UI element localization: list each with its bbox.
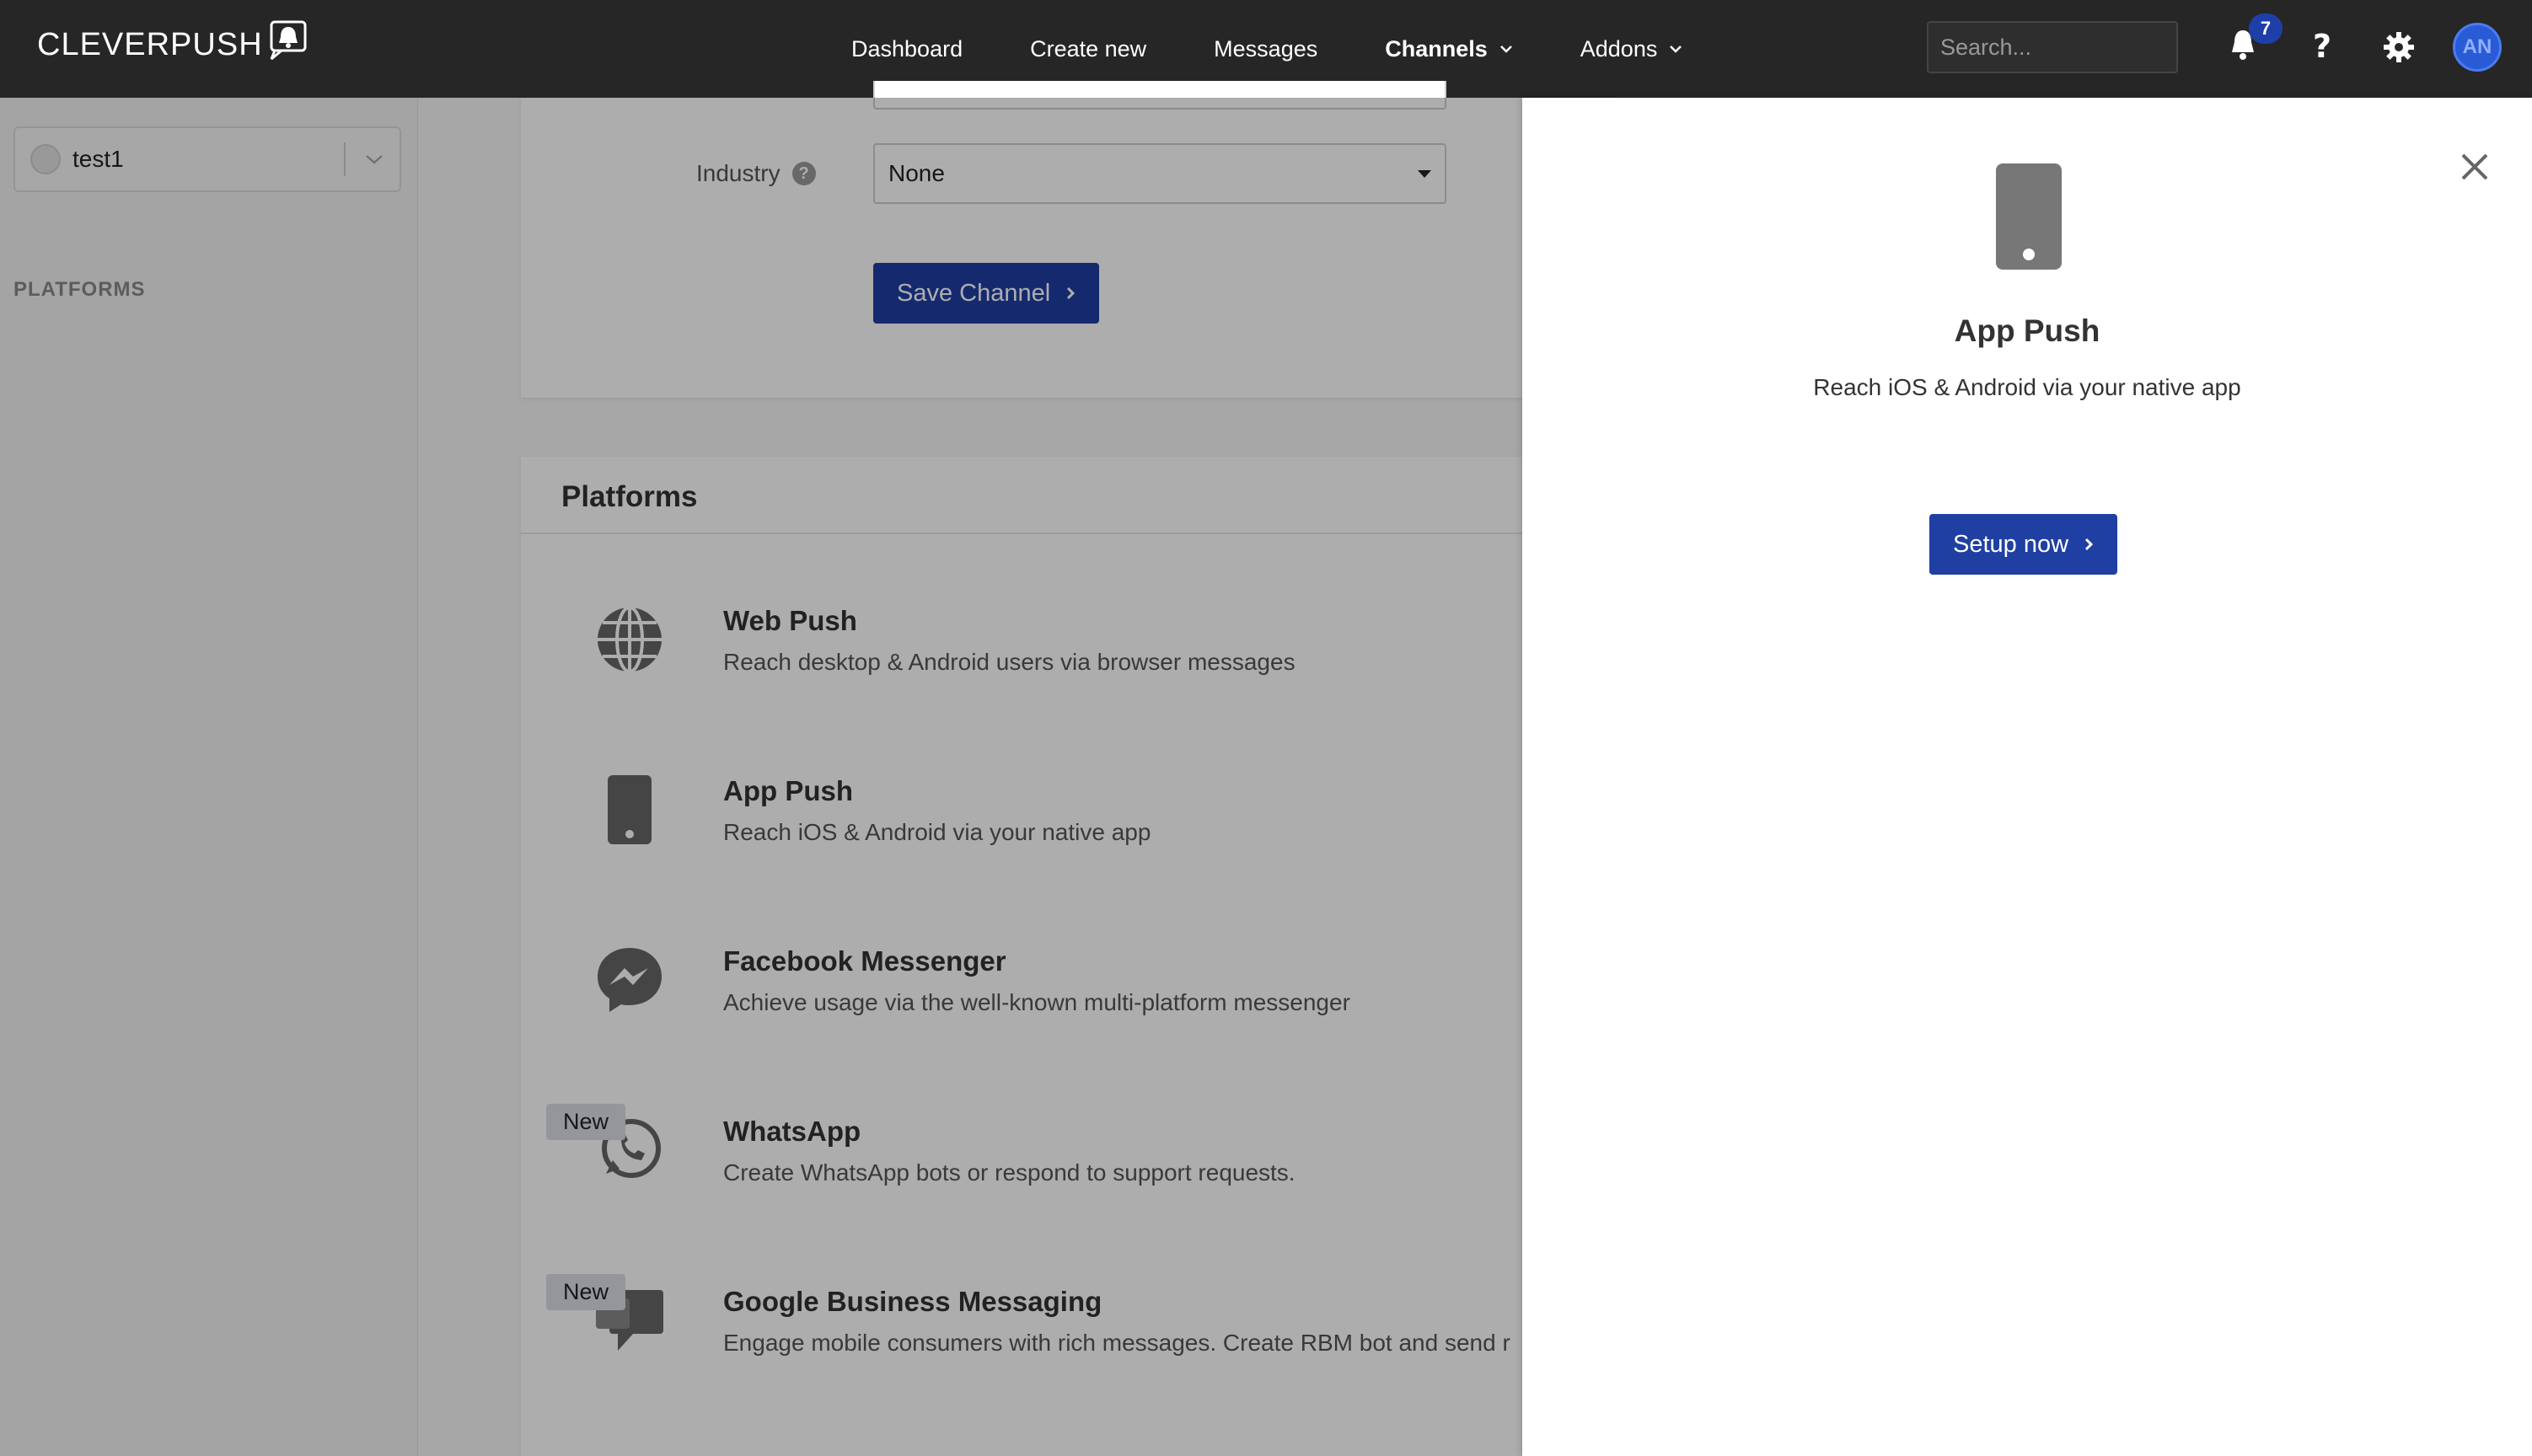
help-icon[interactable]: ? [2309, 27, 2335, 64]
modal-backdrop[interactable] [0, 98, 1522, 1456]
setup-now-label: Setup now [1953, 530, 2069, 558]
avatar[interactable]: AN [2453, 23, 2502, 72]
nav-messages[interactable]: Messages [1214, 36, 1317, 62]
logo[interactable]: CLEVERPUSH [37, 20, 308, 69]
nav-dashboard-label: Dashboard [851, 35, 963, 62]
setup-now-button[interactable]: Setup now [1929, 514, 2118, 575]
search-box [1927, 21, 2239, 73]
close-icon[interactable] [2456, 148, 2493, 185]
panel-title: App Push [1954, 313, 2100, 348]
nav-dashboard[interactable]: Dashboard [851, 36, 963, 62]
chevron-down-icon [1499, 46, 1512, 53]
platform-detail-panel: App Push Reach iOS & Android via your na… [1522, 98, 2532, 1456]
logo-bell-icon [268, 20, 308, 69]
nav-create-new[interactable]: Create new [1030, 36, 1146, 62]
chevron-down-icon [1670, 46, 1682, 53]
nav-channels[interactable]: Channels [1385, 36, 1513, 62]
phone-icon [1996, 163, 2062, 270]
nav-channels-label: Channels [1385, 35, 1488, 62]
nav-messages-label: Messages [1214, 35, 1318, 62]
chevron-right-icon [2084, 538, 2094, 551]
notification-count-badge: 7 [2249, 13, 2283, 44]
panel-description: Reach iOS & Android via your native app [1813, 374, 2241, 400]
search-input[interactable] [1940, 34, 2239, 61]
nav-addons[interactable]: Addons [1580, 36, 1683, 62]
nav-create-new-label: Create new [1030, 35, 1147, 62]
svg-text:?: ? [2313, 28, 2331, 64]
nav-addons-label: Addons [1580, 35, 1658, 62]
gear-icon[interactable] [2382, 30, 2416, 64]
logo-text: CLEVERPUSH [37, 26, 263, 62]
